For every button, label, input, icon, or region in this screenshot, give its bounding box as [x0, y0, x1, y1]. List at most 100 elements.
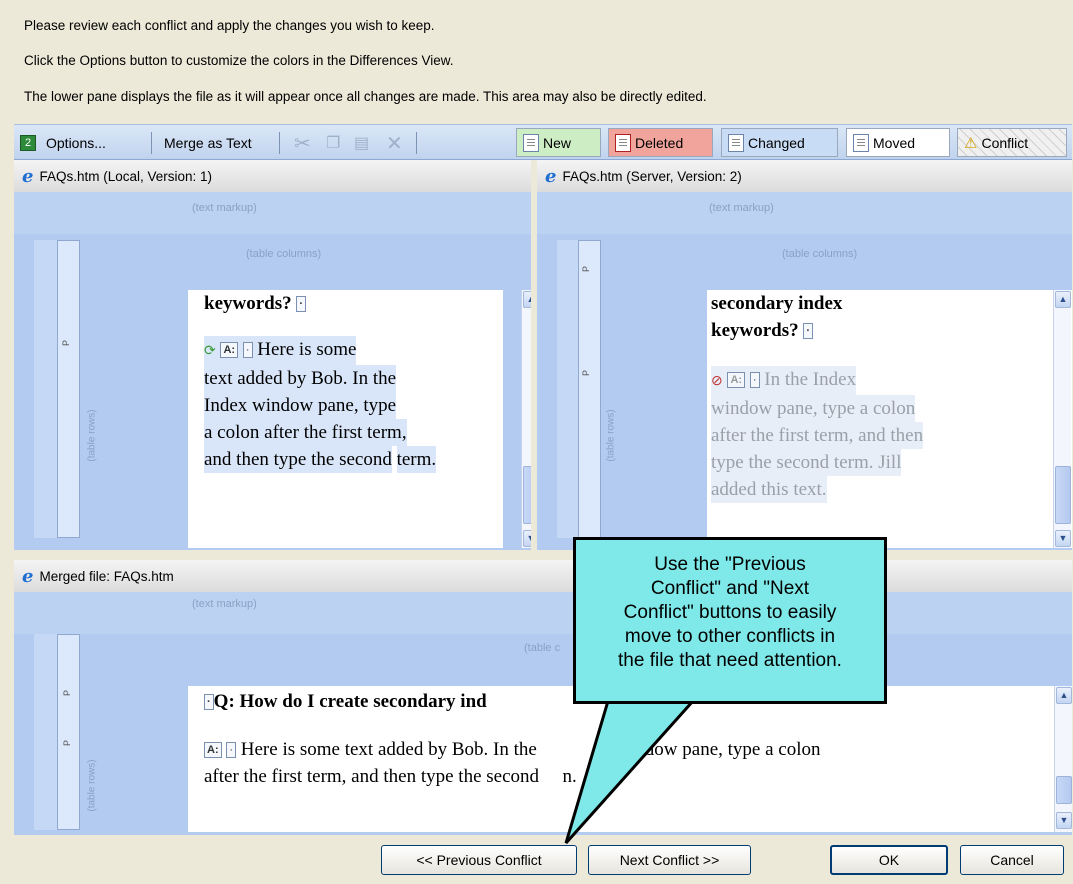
merged-pane-title: e Merged file: FAQs.htm [14, 560, 1072, 592]
legend-deleted-label: Deleted [635, 134, 684, 151]
answer-tag: A: [727, 372, 746, 388]
options-icon: 2 [20, 135, 36, 151]
differences-toolbar: 2 Options... Merge as Text ✂ ❐ ▤ ✕ New D… [14, 124, 1072, 160]
paragraph-marker: P [62, 689, 73, 697]
next-conflict-button[interactable]: Next Conflict >> [588, 845, 751, 875]
callout-line: Use the "Previous [654, 554, 806, 575]
table-rows-label: (table rows) [86, 409, 98, 462]
instruction-lower-pane: The lower pane displays the file as it w… [24, 89, 707, 104]
cut-icon[interactable]: ✂ [294, 131, 311, 155]
legend-conflict[interactable]: ⚠ Conflict [957, 128, 1067, 157]
legend-moved-label: Moved [873, 134, 916, 151]
ok-button[interactable]: OK [830, 845, 948, 875]
table-columns-label: (table columns) [246, 248, 322, 260]
scroll-down-icon[interactable]: ▼ [1056, 812, 1072, 829]
text-markup-band [537, 192, 1072, 234]
callout-line: move to other conflicts in [624, 626, 836, 647]
paragraph-marker: P [62, 739, 73, 747]
ie-icon: e [545, 165, 557, 187]
callout-line: the file that need attention. [618, 650, 842, 671]
toolbar-separator [416, 132, 417, 154]
scroll-up-icon[interactable]: ▲ [1055, 291, 1071, 308]
previous-conflict-button[interactable]: << Previous Conflict [381, 845, 577, 875]
legend-new[interactable]: New [516, 128, 601, 157]
table-columns-label: (table columns) [782, 248, 858, 260]
scroll-down-icon[interactable]: ▼ [523, 530, 531, 547]
scroll-thumb[interactable] [1055, 466, 1071, 524]
server-scrollbar[interactable]: ▲ ▼ [1053, 290, 1071, 548]
toolbar-separator [151, 132, 152, 154]
question-tag: Q: [213, 691, 235, 712]
scroll-thumb[interactable] [523, 466, 531, 524]
paste-icon[interactable]: ▤ [354, 131, 369, 155]
tag-marker: · [749, 372, 760, 388]
text-markup-label: (text markup) [709, 202, 774, 214]
callout-line: Conflict" buttons to easily [623, 602, 837, 623]
text-markup-label: (text markup) [192, 598, 257, 610]
delete-icon[interactable]: ✕ [386, 131, 403, 155]
server-answer-line: window pane, type a colon [711, 395, 916, 422]
local-content[interactable]: keywords? · ⟳ A: · Here is some text add… [188, 290, 531, 548]
table-col-bar [34, 240, 58, 538]
changed-document-icon [728, 133, 744, 152]
ie-icon: e [22, 165, 34, 187]
local-answer-line: Here is some [257, 339, 357, 360]
server-pane: e FAQs.htm (Server, Version: 2) (text ma… [537, 160, 1072, 550]
scroll-thumb[interactable] [1056, 776, 1072, 804]
local-answer-line: text added by Bob. In the [204, 365, 397, 392]
merged-pane: e Merged file: FAQs.htm (text markup) P … [14, 560, 1072, 835]
scroll-up-icon[interactable]: ▲ [1056, 687, 1072, 704]
table-rows-label: (table rows) [605, 409, 617, 462]
instruction-options: Click the Options button to customize th… [24, 53, 454, 68]
merge-as-text-label: Merge as Text [164, 135, 252, 151]
server-answer-line: In the Index [764, 369, 857, 390]
deleted-change-icon: ⊘ [711, 374, 723, 389]
callout-line: Conflict" and "Next [650, 578, 810, 599]
deleted-document-icon [615, 133, 631, 152]
server-heading-line: secondary index [711, 293, 843, 314]
local-pane-title: e FAQs.htm (Local, Version: 1) [14, 160, 531, 192]
tag-marker: · [226, 742, 237, 758]
callout-tip: Use the "Previous Conflict" and "Next Co… [573, 537, 887, 704]
new-change-icon: ⟳ [204, 344, 216, 359]
local-answer-line: term. [396, 446, 437, 473]
answer-tag: A: [220, 342, 239, 358]
legend-moved[interactable]: Moved [846, 128, 950, 157]
new-document-icon [523, 133, 539, 152]
legend-conflict-label: Conflict [981, 134, 1029, 151]
server-pane-title: e FAQs.htm (Server, Version: 2) [537, 160, 1072, 192]
local-pane-title-text: FAQs.htm (Local, Version: 1) [39, 168, 213, 184]
tag-marker: · [803, 323, 814, 339]
options-label: Options... [46, 135, 106, 151]
legend-changed-label: Changed [748, 134, 805, 151]
server-content[interactable]: secondary index keywords? · ⊘ A: · In th… [707, 290, 1072, 548]
cancel-button[interactable]: Cancel [960, 845, 1064, 875]
server-answer-line: after the first term, and then [711, 422, 924, 449]
server-answer-line: type the second term. Jill [711, 449, 902, 476]
legend-changed[interactable]: Changed [721, 128, 838, 157]
copy-icon[interactable]: ❐ [326, 131, 340, 155]
scroll-down-icon[interactable]: ▼ [1055, 530, 1071, 547]
options-button[interactable]: 2 Options... [20, 131, 106, 155]
tag-marker: · [296, 296, 307, 312]
merged-answer-text: after the first term, and then type the … [204, 766, 540, 787]
paragraph-marker: P [581, 369, 592, 377]
legend-deleted[interactable]: Deleted [608, 128, 713, 157]
tag-marker: · [242, 342, 253, 358]
toolbar-separator [279, 132, 280, 154]
merged-question: How do I create secondary ind [239, 691, 487, 712]
warning-icon: ⚠ [964, 134, 978, 152]
merged-scrollbar[interactable]: ▲ ▼ [1054, 686, 1072, 832]
local-answer-line: Index window pane, type [204, 392, 397, 419]
merged-answer-text: Here is some text added by Bob. In the [240, 739, 537, 760]
table-rows-label: (table rows) [86, 759, 98, 812]
local-pane: e FAQs.htm (Local, Version: 1) (text mar… [14, 160, 531, 550]
table-columns-label: (table c [524, 642, 561, 654]
merge-as-text-button[interactable]: Merge as Text [164, 131, 252, 155]
table-col-bar [34, 634, 58, 830]
scroll-up-icon[interactable]: ▲ [523, 291, 531, 308]
paragraph-marker: P [581, 265, 592, 273]
merged-pane-title-text: Merged file: FAQs.htm [39, 568, 174, 584]
local-scrollbar[interactable]: ▲ ▼ [521, 290, 531, 548]
tag-marker: · [204, 694, 214, 710]
